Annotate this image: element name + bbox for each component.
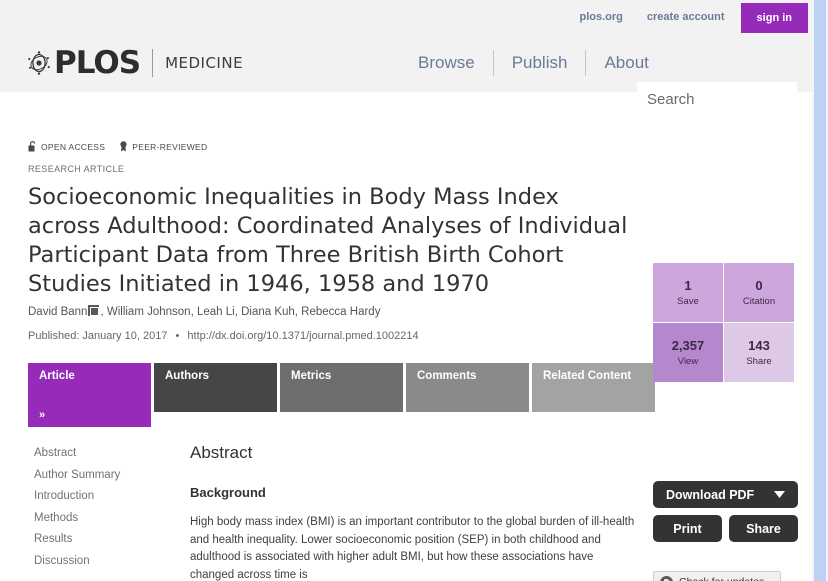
plos-wordmark: PLOS — [54, 45, 141, 81]
journal-name: MEDICINE — [165, 54, 244, 72]
chevron-double-down-icon[interactable]: » — [39, 410, 45, 421]
page-title: Socioeconomic Inequalities in Body Mass … — [28, 184, 628, 297]
crossmark-icon — [660, 575, 673, 581]
abstract-section: Abstract Background High body mass index… — [190, 443, 640, 581]
sidebar-item-results[interactable]: Results — [34, 529, 120, 551]
plos-orbital-logo-icon — [28, 51, 50, 75]
metric-share-value: 143 — [748, 338, 770, 353]
open-access-badge: OPEN ACCESS — [28, 141, 105, 152]
tab-related-content[interactable]: Related Content — [532, 363, 655, 412]
metric-view-label: View — [677, 356, 699, 367]
page-scrollbar[interactable] — [812, 0, 828, 581]
metric-view-value: 2,357 — [671, 338, 705, 353]
check-for-updates-label: Check for updates — [679, 576, 764, 581]
tab-authors-label: Authors — [165, 370, 210, 382]
abstract-heading: Abstract — [190, 443, 253, 462]
tab-article[interactable]: Article » — [28, 363, 151, 427]
chevron-down-icon[interactable] — [774, 491, 785, 498]
abstract-subheading: Background — [190, 485, 266, 500]
tab-metrics[interactable]: Metrics — [280, 363, 403, 412]
sign-in-button[interactable]: sign in — [740, 3, 808, 33]
nav-publish[interactable]: Publish — [494, 46, 586, 80]
author-first[interactable]: David Bann — [28, 306, 87, 318]
plos-logo[interactable]: PLOS MEDICINE — [26, 45, 243, 81]
tab-metrics-label: Metrics — [291, 370, 332, 382]
metric-save[interactable]: 1 Save — [653, 263, 723, 322]
peer-reviewed-badge: PEER-REVIEWED — [119, 141, 207, 152]
search-input[interactable] — [645, 89, 828, 109]
metric-save-value: 1 — [684, 278, 692, 293]
download-pdf-label: Download PDF — [666, 487, 755, 502]
peer-review-ribbon-icon — [120, 141, 127, 152]
share-button[interactable]: Share — [729, 515, 798, 542]
section-navigation: Abstract Author Summary Introduction Met… — [34, 443, 120, 572]
check-for-updates-button[interactable]: Check for updates — [653, 571, 781, 581]
article-actions: Download PDF Print Share — [653, 481, 798, 542]
tab-comments-label: Comments — [417, 370, 477, 382]
tab-comments[interactable]: Comments — [406, 363, 529, 412]
publication-info: Published: January 10, 2017 • http://dx.… — [28, 330, 419, 342]
site-header: plos.org create account sign in PLOS MED… — [0, 0, 828, 138]
metric-citation-value: 0 — [755, 278, 763, 293]
sidebar-item-author-summary[interactable]: Author Summary — [34, 465, 120, 487]
print-button[interactable]: Print — [653, 515, 722, 542]
metric-share[interactable]: 143 Share — [724, 323, 794, 382]
info-separator: • — [175, 330, 180, 342]
peer-reviewed-label: PEER-REVIEWED — [132, 141, 208, 152]
article-badges: OPEN ACCESS PEER-REVIEWED — [28, 141, 207, 152]
utility-bar: plos.org create account sign in — [0, 0, 812, 34]
author-rest: , William Johnson, Leah Li, Diana Kuh, R… — [100, 306, 381, 318]
sidebar-item-discussion[interactable]: Discussion — [34, 551, 120, 573]
sidebar-item-introduction[interactable]: Introduction — [34, 486, 120, 508]
sidebar-item-abstract[interactable]: Abstract — [34, 443, 120, 465]
metric-share-label: Share — [746, 356, 772, 367]
metric-citation-label: Citation — [742, 296, 776, 307]
plos-org-link[interactable]: plos.org — [568, 0, 635, 34]
article-content: OPEN ACCESS PEER-REVIEWED RESEARCH ARTIC… — [0, 121, 812, 581]
search-box[interactable] — [637, 82, 828, 116]
logo-divider — [152, 49, 154, 77]
plos-article-page: plos.org create account sign in PLOS MED… — [0, 0, 828, 581]
corresponding-author-icon[interactable] — [88, 305, 100, 316]
abstract-body: High body mass index (BMI) is an importa… — [190, 516, 635, 581]
article-tabs: Article » Authors Metrics Comments Relat… — [28, 363, 655, 427]
published-date: Published: January 10, 2017 — [28, 330, 168, 342]
download-pdf-button[interactable]: Download PDF — [653, 481, 798, 508]
create-account-link[interactable]: create account — [635, 0, 737, 34]
metric-save-label: Save — [677, 296, 699, 307]
nav-browse[interactable]: Browse — [400, 46, 493, 80]
tab-related-content-label: Related Content — [543, 370, 632, 382]
scrollbar-thumb[interactable] — [814, 0, 826, 581]
metric-view[interactable]: 2,357 View — [653, 323, 723, 382]
tab-article-label: Article — [39, 370, 75, 382]
doi-link[interactable]: http://dx.doi.org/10.1371/journal.pmed.1… — [187, 330, 418, 342]
article-metrics-panel: 1 Save 0 Citation 2,357 View 143 Share — [653, 263, 794, 382]
open-access-label: OPEN ACCESS — [41, 141, 106, 152]
article-type-label: RESEARCH ARTICLE — [28, 164, 125, 174]
open-lock-icon — [28, 141, 36, 152]
author-list: David Bann , William Johnson, Leah Li, Di… — [28, 305, 380, 318]
tab-authors[interactable]: Authors — [154, 363, 277, 412]
sidebar-item-methods[interactable]: Methods — [34, 508, 120, 530]
secondary-actions: Print Share — [653, 515, 798, 542]
main-navigation: Browse Publish About — [400, 46, 667, 80]
metric-citation[interactable]: 0 Citation — [724, 263, 794, 322]
masthead: PLOS MEDICINE Browse Publish About advan… — [0, 34, 828, 138]
nav-about[interactable]: About — [586, 46, 666, 80]
